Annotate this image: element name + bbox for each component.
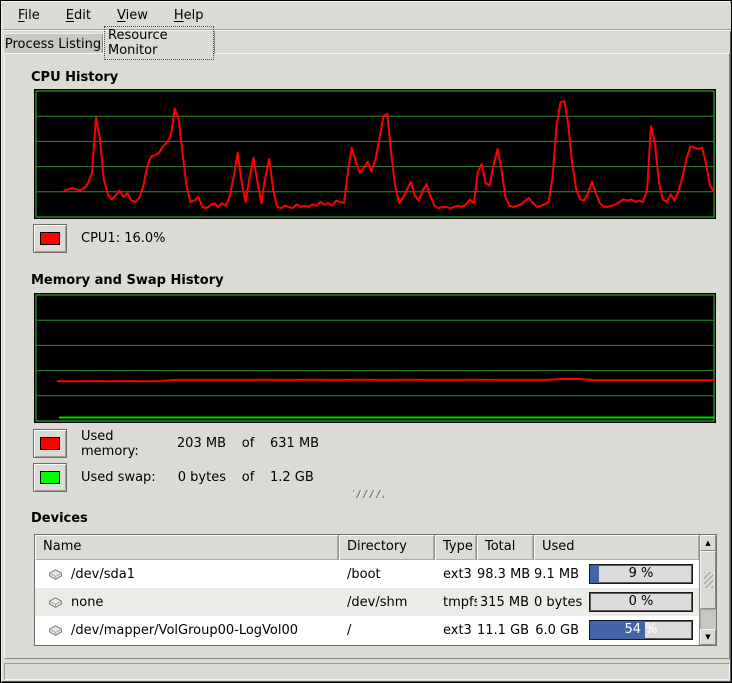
disk-icon [47,567,64,582]
column-header-total[interactable]: Total [477,535,534,560]
devices-table-header: Name Directory Type Total Used [35,535,699,560]
pane-resize-grip[interactable] [353,490,384,498]
used-memory-label: Used memory: [81,429,165,459]
device-type: ext3 [435,623,477,638]
device-directory: / [339,623,435,638]
used-swap-label: Used swap: [81,470,165,485]
tab-process-listing[interactable]: Process Listing [3,33,103,54]
used-swap-color-button[interactable] [33,463,67,492]
device-usage-bar: 0 % [589,592,693,612]
device-total: 98.3 MB [477,567,534,582]
devices-table: Name Directory Type Total Used /dev/sda1… [34,534,717,646]
scrollbar-grip-icon [704,572,713,588]
cpu-history-chart [34,89,716,219]
device-usage-percent: 54 % [590,621,692,639]
system-monitor-window: FileEditViewHelp Process Listing Resourc… [0,0,732,683]
devices-table-body: /dev/sda1/bootext398.3 MB9.1 MB9 %none/d… [35,560,699,644]
statusbar [4,663,730,680]
menu-item-help[interactable]: Help [161,4,217,28]
menu-item-edit[interactable]: Edit [53,4,104,28]
device-usage-bar: 54 % [589,620,693,640]
used-swap-of: of [226,470,270,485]
device-usage-bar: 9 % [589,564,693,584]
used-memory-legend-row: Used memory: 203 MB of 631 MB [33,429,319,458]
used-memory-value: 203 MB [165,436,226,451]
device-name: none [71,595,103,610]
used-swap-value: 0 bytes [165,470,226,485]
device-row[interactable]: none/dev/shmtmpfs315 MB0 bytes 0 % [35,588,699,616]
cpu1-color-swatch [40,232,60,245]
devices-title: Devices [31,511,88,526]
device-total: 11.1 GB [477,623,534,638]
memory-history-title: Memory and Swap History [31,273,224,288]
menu-item-file[interactable]: File [5,4,53,28]
menu-item-view[interactable]: View [104,4,161,28]
device-directory: /boot [339,567,435,582]
scrollbar-thumb[interactable] [700,551,716,609]
device-type: tmpfs [435,595,477,610]
scroll-up-icon[interactable]: ▲ [700,535,716,551]
used-memory-total: 631 MB [270,436,319,451]
device-type: ext3 [435,567,477,582]
used-memory-color-button[interactable] [33,429,67,458]
disk-icon [47,595,64,610]
device-row[interactable]: /dev/sda1/bootext398.3 MB9.1 MB 9 % [35,560,699,588]
disk-icon [47,623,64,638]
scroll-down-icon[interactable]: ▼ [700,629,716,645]
used-swap-total: 1.2 GB [270,470,314,485]
scrollbar-trough[interactable] [700,609,716,629]
column-header-type[interactable]: Type [435,535,477,560]
device-directory: /dev/shm [339,595,435,610]
used-memory-of: of [226,436,270,451]
device-name: /dev/mapper/VolGroup00-LogVol00 [71,623,298,638]
device-total: 315 MB [477,595,534,610]
devices-table-main: Name Directory Type Total Used /dev/sda1… [35,535,699,645]
cpu-history-title: CPU History [31,70,118,85]
tab-process-listing-label: Process Listing [5,37,101,52]
memory-swap-history-chart [34,293,716,423]
used-swap-color-swatch [40,471,60,484]
device-used: 0 bytes [534,595,579,610]
cpu-legend-row: CPU1: 16.0% [33,224,166,253]
tab-resource-monitor-label: Resource Monitor [104,26,214,60]
device-usage-percent: 9 % [590,565,692,583]
cpu1-legend-label: CPU1: 16.0% [81,231,166,246]
used-swap-legend-row: Used swap: 0 bytes of 1.2 GB [33,463,314,492]
cpu1-color-button[interactable] [33,224,67,253]
device-row[interactable]: /dev/mapper/VolGroup00-LogVol00 /ext311.1… [35,616,699,644]
used-memory-color-swatch [40,437,60,450]
device-usage-percent: 0 % [590,593,692,611]
device-name: /dev/sda1 [71,567,135,582]
column-header-used[interactable]: Used [534,535,699,560]
device-used: 9.1 MB [534,567,579,582]
tab-resource-monitor[interactable]: Resource Monitor [103,30,215,54]
column-header-name[interactable]: Name [35,535,339,560]
device-used: 6.0 GB [534,623,579,638]
column-header-directory[interactable]: Directory [339,535,435,560]
devices-vertical-scrollbar[interactable]: ▲ ▼ [699,535,716,645]
